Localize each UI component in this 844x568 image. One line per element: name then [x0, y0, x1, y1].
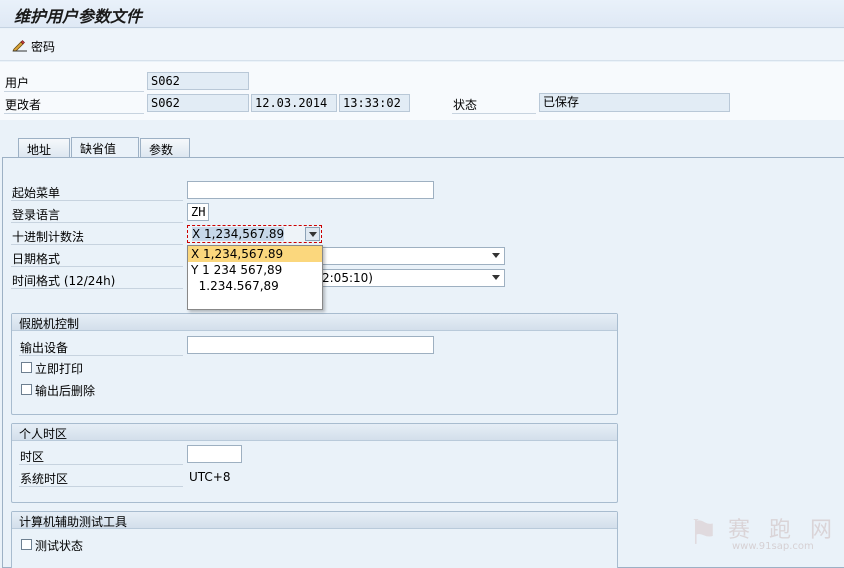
- spool-control-title: 假脱机控制: [12, 314, 617, 331]
- user-label: 用户: [5, 76, 30, 90]
- tab-strip: 地址 缺省值 参数: [0, 137, 844, 159]
- tab-parameters-label: 参数: [149, 143, 174, 157]
- start-menu-label: 起始菜单: [12, 186, 61, 200]
- personal-timezone-group: 个人时区: [11, 423, 618, 503]
- changed-time-field: 13:33:02: [339, 94, 410, 112]
- decimal-notation-select[interactable]: X 1,234,567.89: [187, 225, 322, 243]
- divider: [11, 244, 183, 245]
- divider: [4, 113, 144, 114]
- tab-parameters[interactable]: 参数: [140, 138, 190, 158]
- decimal-notation-label: 十进制计数法: [12, 230, 85, 244]
- chevron-down-icon: [492, 275, 500, 280]
- output-device-input[interactable]: [187, 336, 434, 354]
- password-label: 密码: [31, 39, 56, 54]
- test-status-label: 测试状态: [35, 539, 84, 553]
- divider: [452, 113, 536, 114]
- print-immediately-checkbox[interactable]: [21, 362, 32, 373]
- dropdown-option[interactable]: 1.234.567,89: [188, 278, 322, 294]
- divider: [19, 464, 183, 465]
- pencil-icon: [12, 38, 28, 55]
- tab-defaults-label: 缺省值: [80, 142, 117, 156]
- time-format-label: 时间格式 (12/24h): [12, 274, 116, 288]
- chevron-down-icon: [492, 253, 500, 258]
- test-status-checkbox[interactable]: [21, 539, 32, 550]
- toolbar: 密码: [0, 29, 844, 61]
- changed-date-field: 12.03.2014: [251, 94, 337, 112]
- watermark-text: 赛 跑 网: [728, 518, 838, 543]
- catt-group: 计算机辅助测试工具: [11, 511, 618, 568]
- changed-by-label: 更改者: [5, 98, 42, 112]
- window-title: 维护用户参数文件: [14, 7, 143, 26]
- logon-language-input[interactable]: ZH: [187, 203, 209, 221]
- password-button[interactable]: 密码: [12, 37, 55, 55]
- time-format-value: 2:05:10): [322, 271, 373, 285]
- logon-language-label: 登录语言: [12, 208, 61, 222]
- user-field: S062: [147, 72, 249, 90]
- chevron-down-icon: [309, 232, 317, 237]
- dropdown-option[interactable]: X 1,234,567.89: [188, 246, 322, 262]
- divider: [19, 486, 183, 487]
- divider: [11, 288, 183, 289]
- svg-text:⚑: ⚑: [688, 513, 718, 553]
- spool-control-group: 假脱机控制: [11, 313, 618, 415]
- personal-timezone-title: 个人时区: [12, 424, 617, 441]
- delete-after-output-label: 输出后删除: [35, 384, 96, 398]
- tab-defaults[interactable]: 缺省值: [71, 137, 139, 159]
- decimal-notation-value: X 1,234,567.89: [192, 227, 285, 241]
- decimal-notation-dropdown-list: X 1,234,567.89 Y 1 234 567,89 1.234.567,…: [187, 245, 323, 310]
- start-menu-input[interactable]: [187, 181, 434, 199]
- timezone-label: 时区: [20, 450, 45, 464]
- watermark-url: www.91sap.com: [732, 541, 814, 552]
- catt-title: 计算机辅助测试工具: [12, 512, 617, 529]
- system-timezone-value: UTC+8: [189, 470, 231, 484]
- dropdown-button[interactable]: [305, 227, 320, 241]
- tab-address-label: 地址: [27, 143, 52, 157]
- watermark-logo: ⚑ 赛 跑 网 www.91sap.com: [688, 508, 838, 558]
- tab-address[interactable]: 地址: [18, 138, 70, 158]
- system-timezone-label: 系统时区: [20, 472, 69, 486]
- divider: [11, 222, 183, 223]
- dropdown-option[interactable]: Y 1 234 567,89: [188, 262, 322, 278]
- divider: [4, 91, 144, 92]
- divider: [11, 266, 183, 267]
- status-field: 已保存: [539, 93, 730, 112]
- date-format-label: 日期格式: [12, 252, 61, 266]
- title-bar: 维护用户参数文件: [0, 0, 844, 28]
- divider: [19, 355, 183, 356]
- changed-by-field: S062: [147, 94, 249, 112]
- status-label: 状态: [453, 98, 478, 112]
- print-immediately-label: 立即打印: [35, 362, 84, 376]
- output-device-label: 输出设备: [20, 341, 69, 355]
- timezone-input[interactable]: [187, 445, 242, 463]
- divider: [11, 200, 183, 201]
- delete-after-output-checkbox[interactable]: [21, 384, 32, 395]
